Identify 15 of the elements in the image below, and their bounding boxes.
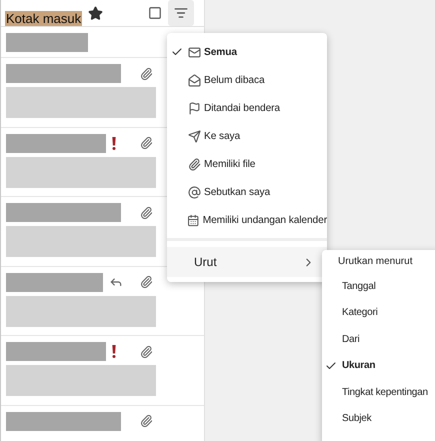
menu-item[interactable]: Ukuran	[322, 352, 435, 379]
menu-item[interactable]: Semua	[167, 38, 327, 66]
menu-item[interactable]: Memiliki undangan kalender	[167, 206, 327, 234]
menu-item[interactable]: Tingkat kepentingan	[322, 379, 435, 406]
menu-item[interactable]: Dari	[322, 326, 435, 352]
menu-item[interactable]: Subjek	[322, 406, 435, 432]
menu-item[interactable]: Belum dibaca	[167, 66, 327, 94]
menu-item[interactable]: Memiliki file	[167, 150, 327, 178]
menu-item[interactable]: Kategori	[322, 300, 435, 326]
menu-item[interactable]: Sebutkan saya	[167, 178, 327, 206]
folder-title: Kotak masuk	[5, 10, 82, 26]
submenu-heading: Urutkan menurut	[337, 256, 414, 269]
sort-menu-item[interactable]: Urut	[167, 247, 327, 278]
menu-item[interactable]: Ditandai bendera	[167, 94, 327, 122]
menu-item[interactable]: Ke saya	[167, 122, 327, 150]
